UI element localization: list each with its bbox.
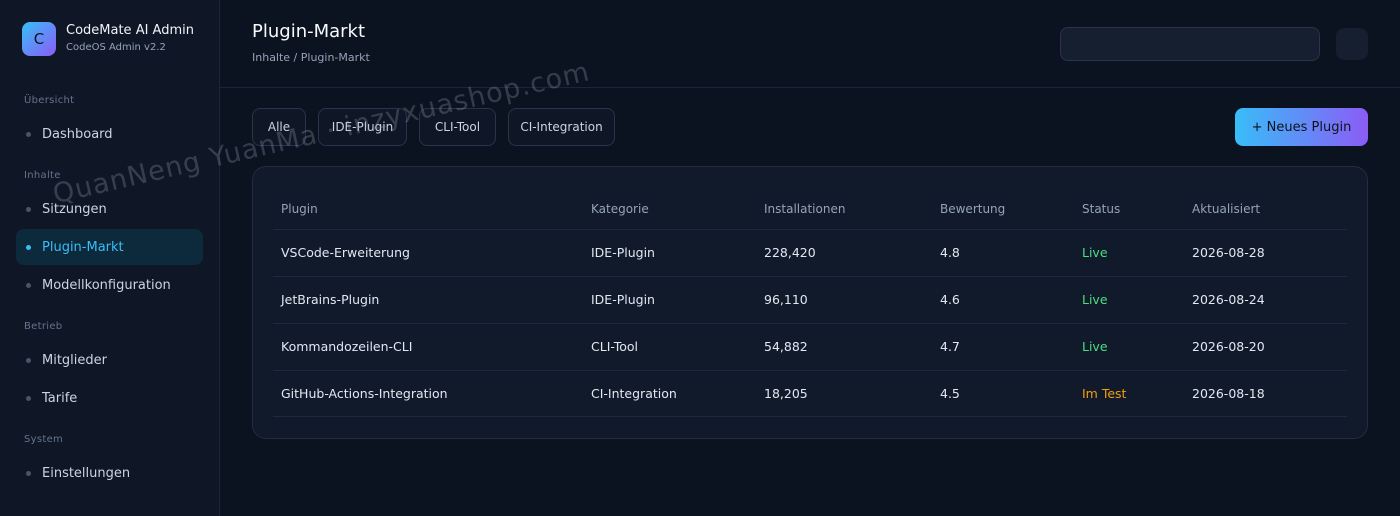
cell-rating: 4.8 — [940, 245, 960, 260]
sidebar-item-members[interactable]: Mitglieder — [16, 342, 203, 378]
bullet-icon — [26, 131, 31, 137]
column-header-rating[interactable]: Bewertung — [940, 202, 1005, 216]
cell-updated: 2026-08-28 — [1192, 245, 1265, 260]
cell-rating: 4.7 — [940, 339, 960, 354]
cell-plugin: JetBrains-Plugin — [281, 292, 380, 307]
sidebar-item-label: Sitzungen — [42, 201, 107, 217]
bullet-icon — [26, 244, 31, 250]
filter-all[interactable]: Alle — [252, 108, 306, 146]
brand-logo: C — [22, 22, 56, 56]
sidebar-item-plugin-market[interactable]: Plugin-Markt — [16, 229, 203, 265]
sidebar-item-model-config[interactable]: Modellkonfiguration — [16, 267, 203, 303]
filter-cli-tool[interactable]: CLI-Tool — [419, 108, 496, 146]
sidebar-item-label: Plugin-Markt — [42, 239, 124, 255]
cell-plugin: VSCode-Erweiterung — [281, 245, 410, 260]
filter-ci-integration[interactable]: CI-Integration — [508, 108, 615, 146]
filter-ide-plugin[interactable]: IDE-Plugin — [318, 108, 407, 146]
brand-subtitle: CodeOS Admin v2.2 — [66, 42, 166, 53]
table-row[interactable]: GitHub-Actions-Integration CI-Integratio… — [273, 370, 1347, 417]
cell-category: CLI-Tool — [591, 339, 639, 354]
bullet-icon — [26, 357, 31, 363]
cell-installs: 96,110 — [764, 292, 808, 307]
nav-section-system: System — [24, 434, 64, 445]
breadcrumb: Inhalte / Plugin-Markt — [252, 51, 370, 64]
sidebar-item-label: Mitglieder — [42, 352, 107, 368]
sidebar-item-label: Tarife — [42, 390, 78, 406]
cell-installs: 228,420 — [764, 245, 816, 260]
cell-installs: 18,205 — [764, 386, 808, 401]
bullet-icon — [26, 470, 31, 476]
sidebar-item-sessions[interactable]: Sitzungen — [16, 191, 203, 227]
sidebar: C CodeMate AI Admin CodeOS Admin v2.2 Üb… — [0, 0, 220, 516]
status-badge: Live — [1082, 245, 1108, 260]
cell-plugin: GitHub-Actions-Integration — [281, 386, 448, 401]
cell-rating: 4.5 — [940, 386, 960, 401]
cell-installs: 54,882 — [764, 339, 808, 354]
cell-category: CI-Integration — [591, 386, 677, 401]
table-row[interactable]: VSCode-Erweiterung IDE-Plugin 228,420 4.… — [273, 229, 1347, 276]
brand-title: CodeMate AI Admin — [66, 23, 194, 38]
bullet-icon — [26, 282, 31, 288]
sidebar-item-settings[interactable]: Einstellungen — [16, 455, 203, 491]
cell-plugin: Kommandozeilen-CLI — [281, 339, 413, 354]
nav-section-overview: Übersicht — [24, 95, 75, 106]
bullet-icon — [26, 395, 31, 401]
new-plugin-button[interactable]: + Neues Plugin — [1235, 108, 1368, 146]
brand: C CodeMate AI Admin CodeOS Admin v2.2 — [22, 22, 194, 56]
table-row[interactable]: JetBrains-Plugin IDE-Plugin 96,110 4.6 L… — [273, 276, 1347, 323]
search-input[interactable] — [1060, 27, 1320, 61]
column-header-category[interactable]: Kategorie — [591, 202, 649, 216]
cell-updated: 2026-08-20 — [1192, 339, 1265, 354]
sidebar-item-label: Dashboard — [42, 126, 113, 142]
cell-updated: 2026-08-24 — [1192, 292, 1265, 307]
cell-category: IDE-Plugin — [591, 292, 655, 307]
column-header-plugin[interactable]: Plugin — [281, 202, 318, 216]
cell-category: IDE-Plugin — [591, 245, 655, 260]
table-row[interactable]: Kommandozeilen-CLI CLI-Tool 54,882 4.7 L… — [273, 323, 1347, 370]
sidebar-item-plans[interactable]: Tarife — [16, 380, 203, 416]
status-badge: Im Test — [1082, 386, 1127, 401]
nav-section-content: Inhalte — [24, 170, 61, 181]
column-header-updated[interactable]: Aktualisiert — [1192, 202, 1260, 216]
status-badge: Live — [1082, 339, 1108, 354]
column-header-status[interactable]: Status — [1082, 202, 1120, 216]
sidebar-item-label: Modellkonfiguration — [42, 277, 171, 293]
sidebar-item-dashboard[interactable]: Dashboard — [16, 116, 203, 152]
bullet-icon — [26, 206, 31, 212]
status-badge: Live — [1082, 292, 1108, 307]
nav-section-operations: Betrieb — [24, 321, 63, 332]
cell-updated: 2026-08-18 — [1192, 386, 1265, 401]
page-title: Plugin-Markt — [252, 21, 366, 42]
plugin-table: Plugin Kategorie Installationen Bewertun… — [252, 166, 1368, 439]
header-action-button[interactable] — [1336, 28, 1368, 60]
column-header-installs[interactable]: Installationen — [764, 202, 845, 216]
cell-rating: 4.6 — [940, 292, 960, 307]
sidebar-item-label: Einstellungen — [42, 465, 131, 481]
page-header: Plugin-Markt Inhalte / Plugin-Markt — [220, 0, 1400, 88]
